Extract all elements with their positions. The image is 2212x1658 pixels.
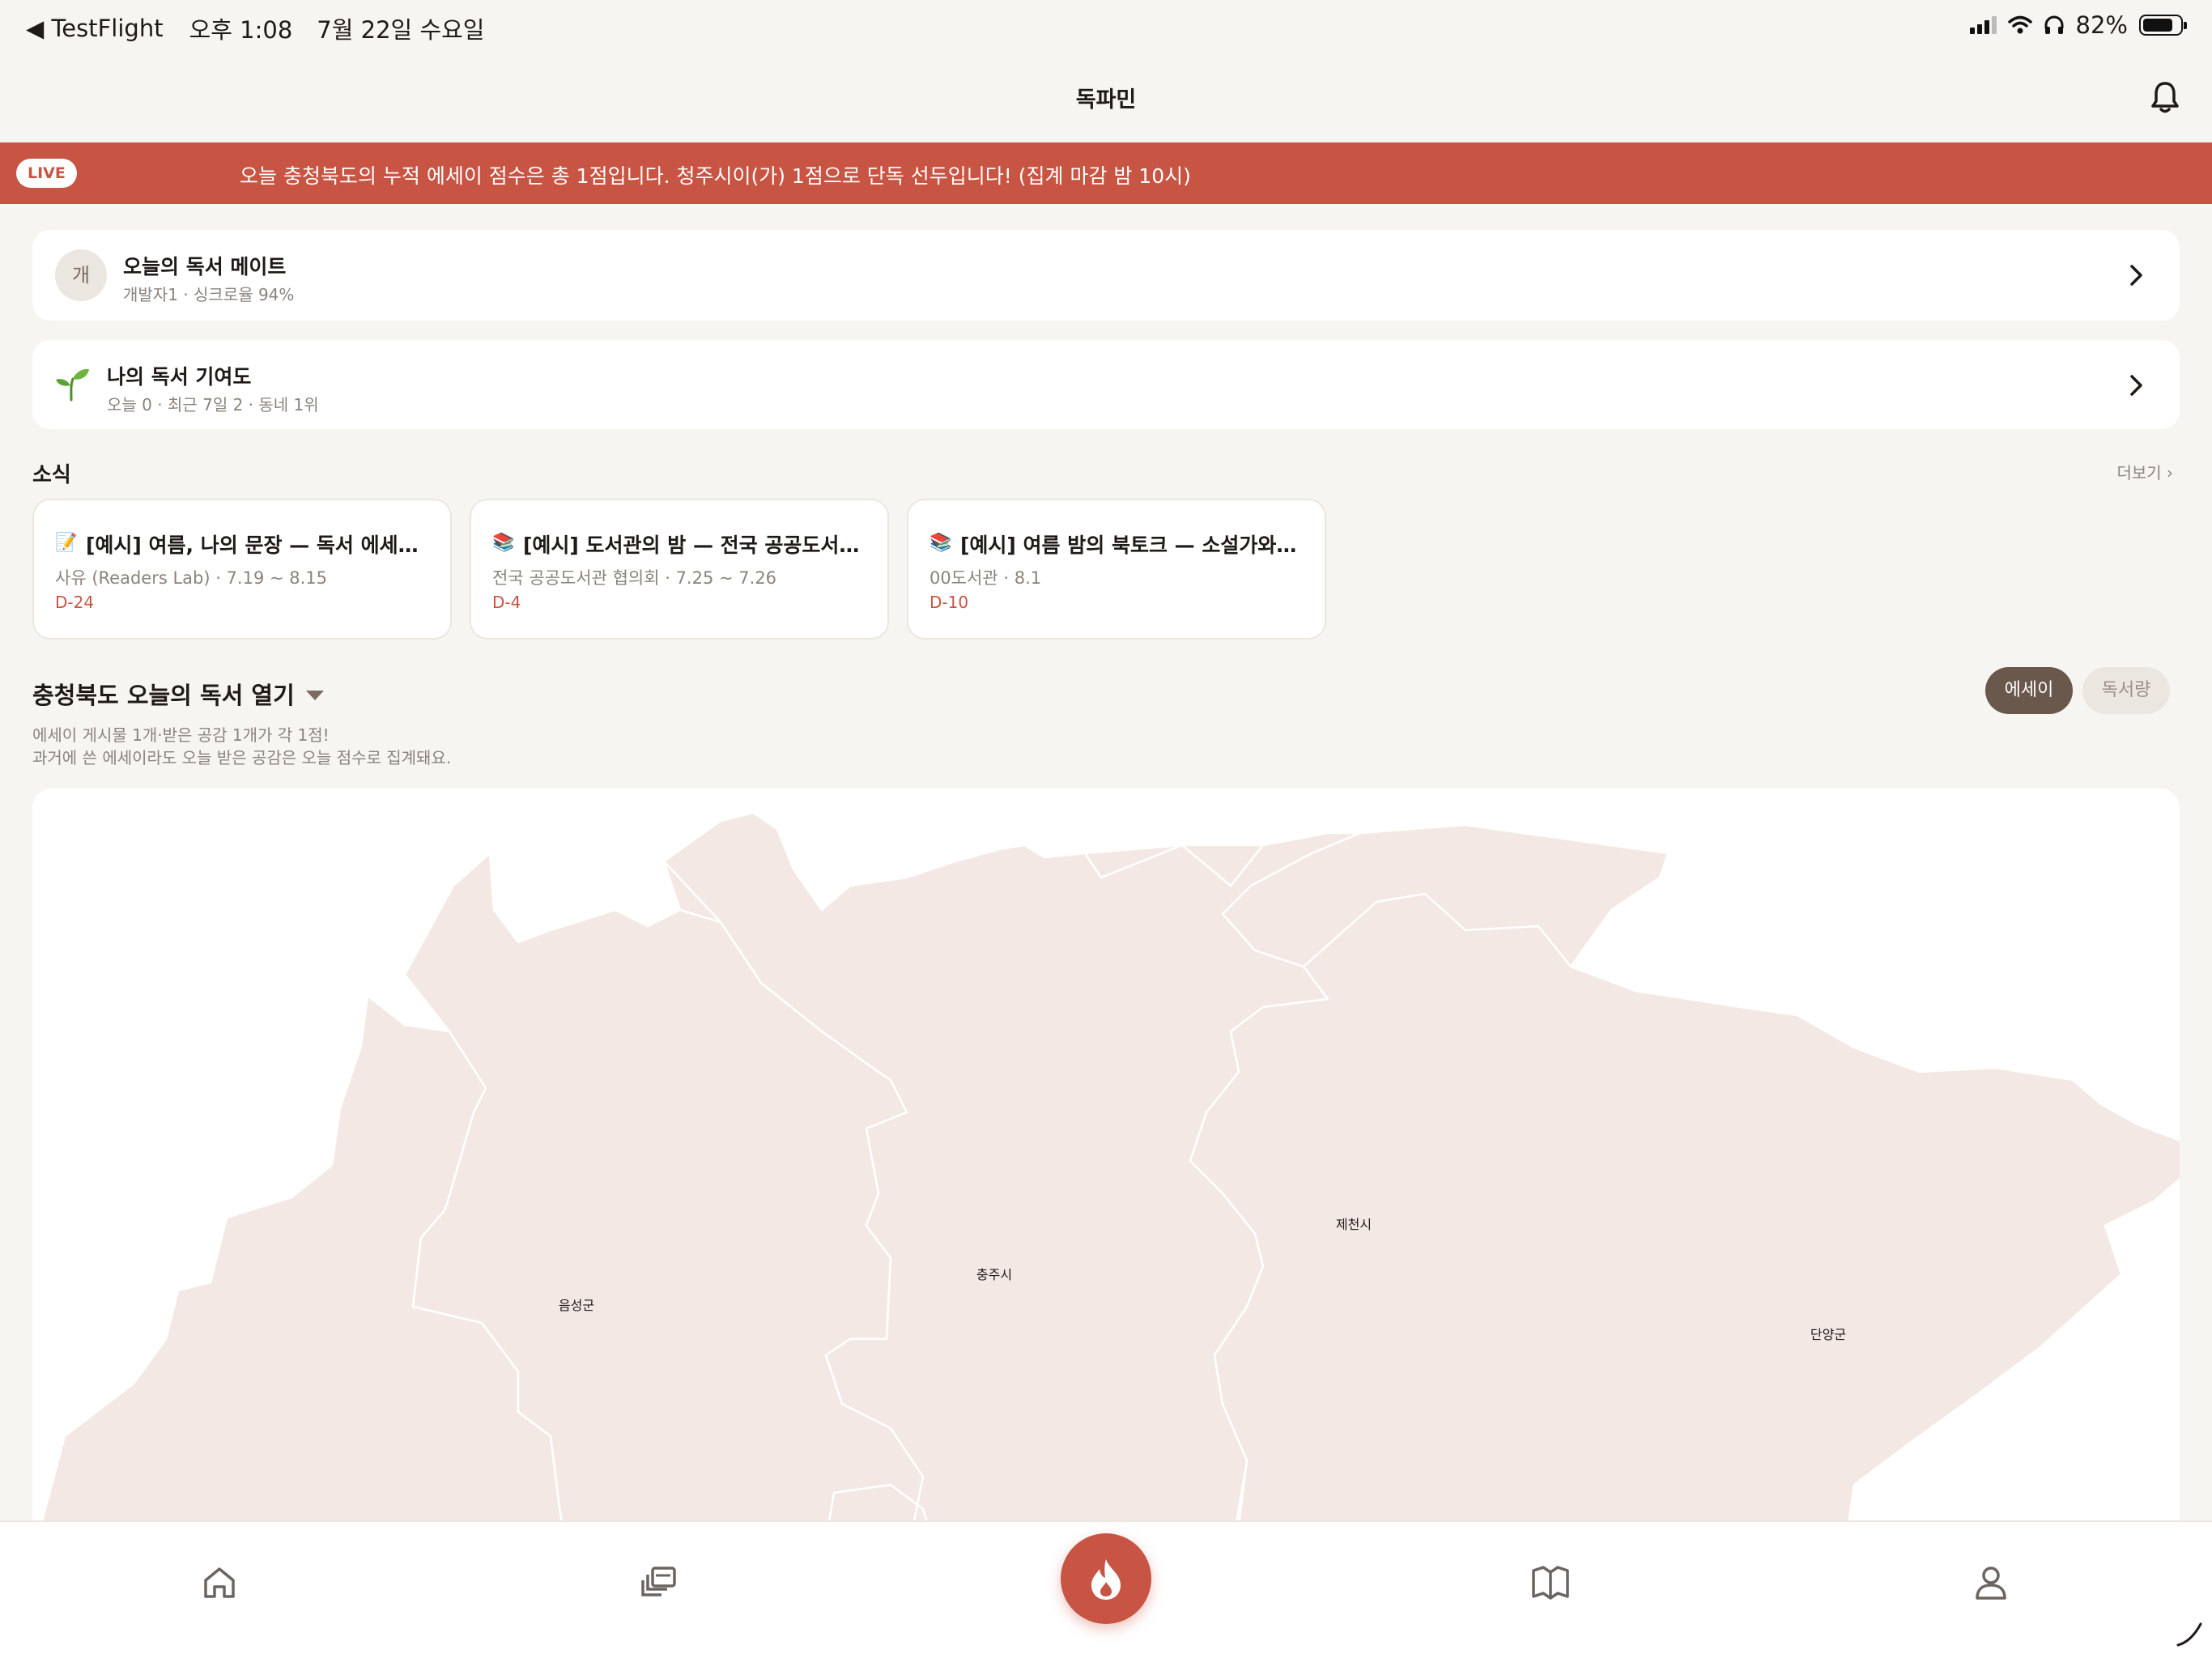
news-title: [예시] 여름, 나의 문장 — 독서 에세이 대회	[86, 534, 434, 557]
heat-section-title: 충청북도 오늘의 독서 열기	[32, 682, 295, 709]
reading-mate-title: 오늘의 독서 메이트	[123, 255, 287, 278]
news-dday: D-4	[492, 593, 521, 612]
region-selector[interactable]: 충청북도 오늘의 독서 열기	[32, 677, 324, 711]
app-header: 독파민	[0, 52, 2212, 142]
battery-icon	[2139, 15, 2187, 36]
map-region-danyang	[1189, 892, 2180, 1522]
toggle-essay-button[interactable]: 에세이	[1985, 667, 2073, 714]
live-ticker-text: 오늘 충청북도의 누적 에세이 점수은 총 1점입니다. 청주시이(가) 1점으…	[240, 164, 1191, 188]
avatar: 개	[55, 249, 107, 301]
reading-contribution-card[interactable]: 나의 독서 기여도 오늘 0 · 최근 7일 2 · 동네 1위	[32, 340, 2180, 429]
headphones-icon	[2044, 15, 2064, 34]
reading-contribution-title: 나의 독서 기여도	[107, 365, 252, 389]
fire-icon	[1091, 1559, 1121, 1600]
news-meta: 00도서관 · 8.1	[929, 568, 1042, 588]
profile-icon[interactable]	[1971, 1562, 2011, 1603]
news-card[interactable]: 📚 [예시] 여름 밤의 북토크 — 소설가와의 … 00도서관 · 8.1 D…	[907, 499, 1326, 640]
status-right: 82%	[1969, 11, 2187, 39]
live-banner[interactable]: LIVE 오늘 충청북도의 누적 에세이 점수은 총 1점입니다. 청주시이(가…	[0, 142, 2212, 204]
map-label-jecheon: 제천시	[1336, 1217, 1372, 1232]
status-time: 오후 1:08	[189, 16, 293, 44]
memo-icon: 📝	[55, 533, 78, 553]
map-label-eumseong: 음성군	[559, 1298, 594, 1313]
heat-description: 에세이 게시물 1개·받은 공감 1개가 각 1점!	[32, 725, 330, 745]
news-meta: 사유 (Readers Lab) · 7.19 ~ 8.15	[55, 568, 328, 588]
books-icon: 📚	[492, 533, 515, 553]
map-label-danyang: 단양군	[1810, 1327, 1846, 1342]
status-left: ◀ TestFlight 오후 1:08 7월 22일 수요일	[26, 11, 485, 45]
notification-bell-icon[interactable]	[2147, 79, 2183, 115]
sprout-icon	[56, 368, 89, 402]
reading-mate-subtitle: 개발자1 · 싱크로율 94%	[123, 285, 295, 304]
cellular-signal-icon	[1969, 16, 1997, 34]
reading-contribution-subtitle: 오늘 0 · 최근 7일 2 · 동네 1위	[107, 395, 319, 414]
back-to-app-link[interactable]: ◀ TestFlight	[26, 15, 164, 42]
news-section-title: 소식	[32, 463, 71, 487]
region-map: 음성군 충주시 제천시 단양군	[32, 789, 2180, 1522]
battery-percent: 82%	[2075, 11, 2128, 39]
page-title: 독파민	[1075, 87, 1137, 113]
news-title: [예시] 도서관의 밤 — 전국 공공도서관 …	[523, 534, 871, 557]
chevron-right-icon	[2130, 265, 2142, 286]
news-dday: D-10	[929, 593, 969, 612]
feed-icon[interactable]	[640, 1562, 680, 1603]
region-map-svg: 음성군 충주시 제천시 단양군	[40, 811, 2180, 1522]
books-icon: 📚	[929, 533, 952, 553]
toggle-reading-amount-button[interactable]: 독서량	[2082, 667, 2170, 714]
home-icon[interactable]	[199, 1562, 240, 1603]
wifi-icon	[2007, 15, 2032, 34]
news-card[interactable]: 📚 [예시] 도서관의 밤 — 전국 공공도서관 … 전국 공공도서관 협의회 …	[470, 499, 889, 640]
heat-description: 과거에 쓴 에세이라도 오늘 받은 공감은 오늘 점수로 집계돼요.	[32, 748, 452, 767]
news-card[interactable]: 📝 [예시] 여름, 나의 문장 — 독서 에세이 대회 사유 (Readers…	[32, 499, 452, 640]
status-bar: ◀ TestFlight 오후 1:08 7월 22일 수요일 82%	[0, 0, 2212, 52]
chevron-right-icon	[2130, 375, 2142, 396]
book-icon[interactable]	[1530, 1562, 1571, 1603]
fire-tab-button[interactable]	[1061, 1533, 1151, 1624]
news-dday: D-24	[55, 593, 95, 612]
news-meta: 전국 공공도서관 협의회 · 7.25 ~ 7.26	[492, 568, 777, 588]
map-label-chungju: 충주시	[976, 1267, 1012, 1282]
status-date: 7월 22일 수요일	[317, 16, 485, 44]
news-more-link[interactable]: 더보기 ›	[2116, 460, 2173, 483]
pencil-indicator-icon	[2176, 1622, 2202, 1647]
caret-down-icon	[305, 691, 324, 700]
live-badge: LIVE	[16, 159, 77, 188]
news-title: [예시] 여름 밤의 북토크 — 소설가와의 …	[960, 534, 1308, 557]
reading-mate-card[interactable]: 개 오늘의 독서 메이트 개발자1 · 싱크로율 94%	[32, 230, 2180, 321]
